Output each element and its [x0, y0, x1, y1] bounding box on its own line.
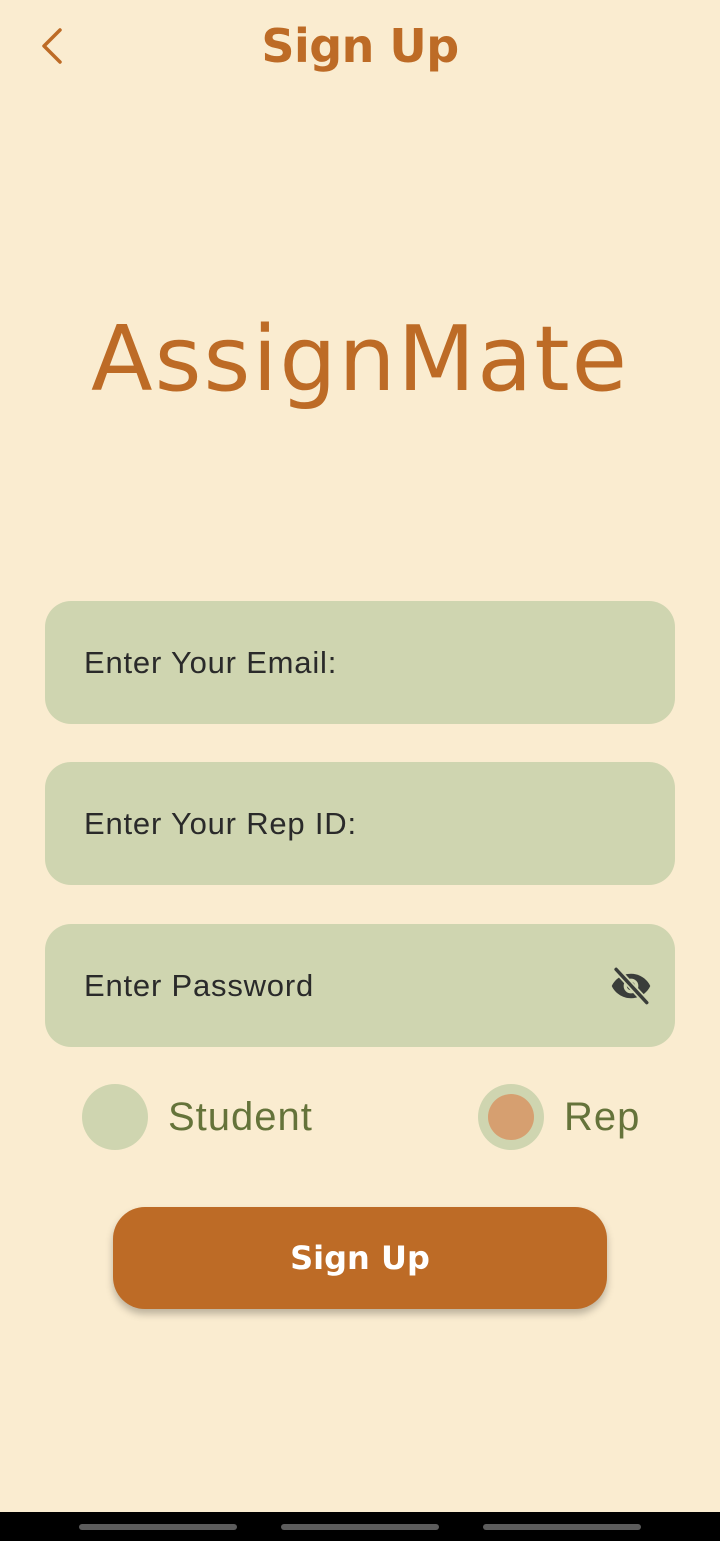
email-input[interactable] — [84, 644, 584, 681]
rep-id-field[interactable] — [45, 762, 675, 885]
email-field[interactable] — [45, 601, 675, 724]
student-label: Student — [168, 1094, 313, 1139]
rep-label: Rep — [564, 1094, 641, 1139]
nav-handle-left[interactable] — [79, 1524, 237, 1530]
radio-selected-dot — [488, 1094, 534, 1140]
student-radio[interactable] — [82, 1084, 148, 1150]
page-title: Sign Up — [261, 19, 459, 73]
nav-handle-right[interactable] — [483, 1524, 641, 1530]
system-navigation-bar — [0, 1512, 720, 1541]
rep-radio[interactable] — [478, 1084, 544, 1150]
role-option-rep[interactable]: Rep — [478, 1084, 640, 1150]
password-field[interactable] — [45, 924, 675, 1047]
role-option-student[interactable]: Student — [82, 1084, 313, 1150]
sign-up-button[interactable]: Sign Up — [113, 1207, 607, 1309]
rep-id-input[interactable] — [84, 805, 584, 842]
password-visibility-toggle[interactable] — [609, 964, 653, 1008]
eye-off-icon — [611, 965, 651, 1007]
nav-handle-center[interactable] — [281, 1524, 439, 1530]
app-logo: AssignMate — [91, 307, 629, 412]
password-input[interactable] — [84, 967, 584, 1004]
